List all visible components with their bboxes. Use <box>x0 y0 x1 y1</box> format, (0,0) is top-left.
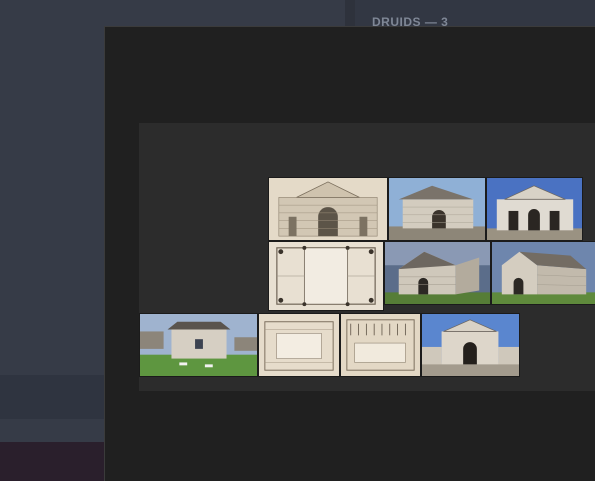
engraving-facade-thumbnail[interactable] <box>268 177 388 241</box>
photo-pavilion-front-thumbnail[interactable] <box>486 177 583 241</box>
engraving-section-a-thumbnail[interactable] <box>258 313 340 377</box>
photo-pavilion-gate-thumbnail[interactable] <box>421 313 520 377</box>
image-gallery-grid <box>139 123 595 391</box>
photo-pavilion-rear-lawn-thumbnail[interactable] <box>139 313 258 377</box>
floor-plan-thumbnail[interactable] <box>268 241 384 311</box>
photo-pavilion-side-thumbnail[interactable] <box>491 241 595 305</box>
engraving-section-b-thumbnail[interactable] <box>340 313 421 377</box>
photo-pavilion-front-angle-thumbnail[interactable] <box>388 177 486 241</box>
image-gallery-overlay <box>104 26 595 481</box>
photo-pavilion-corner-thumbnail[interactable] <box>384 241 491 305</box>
